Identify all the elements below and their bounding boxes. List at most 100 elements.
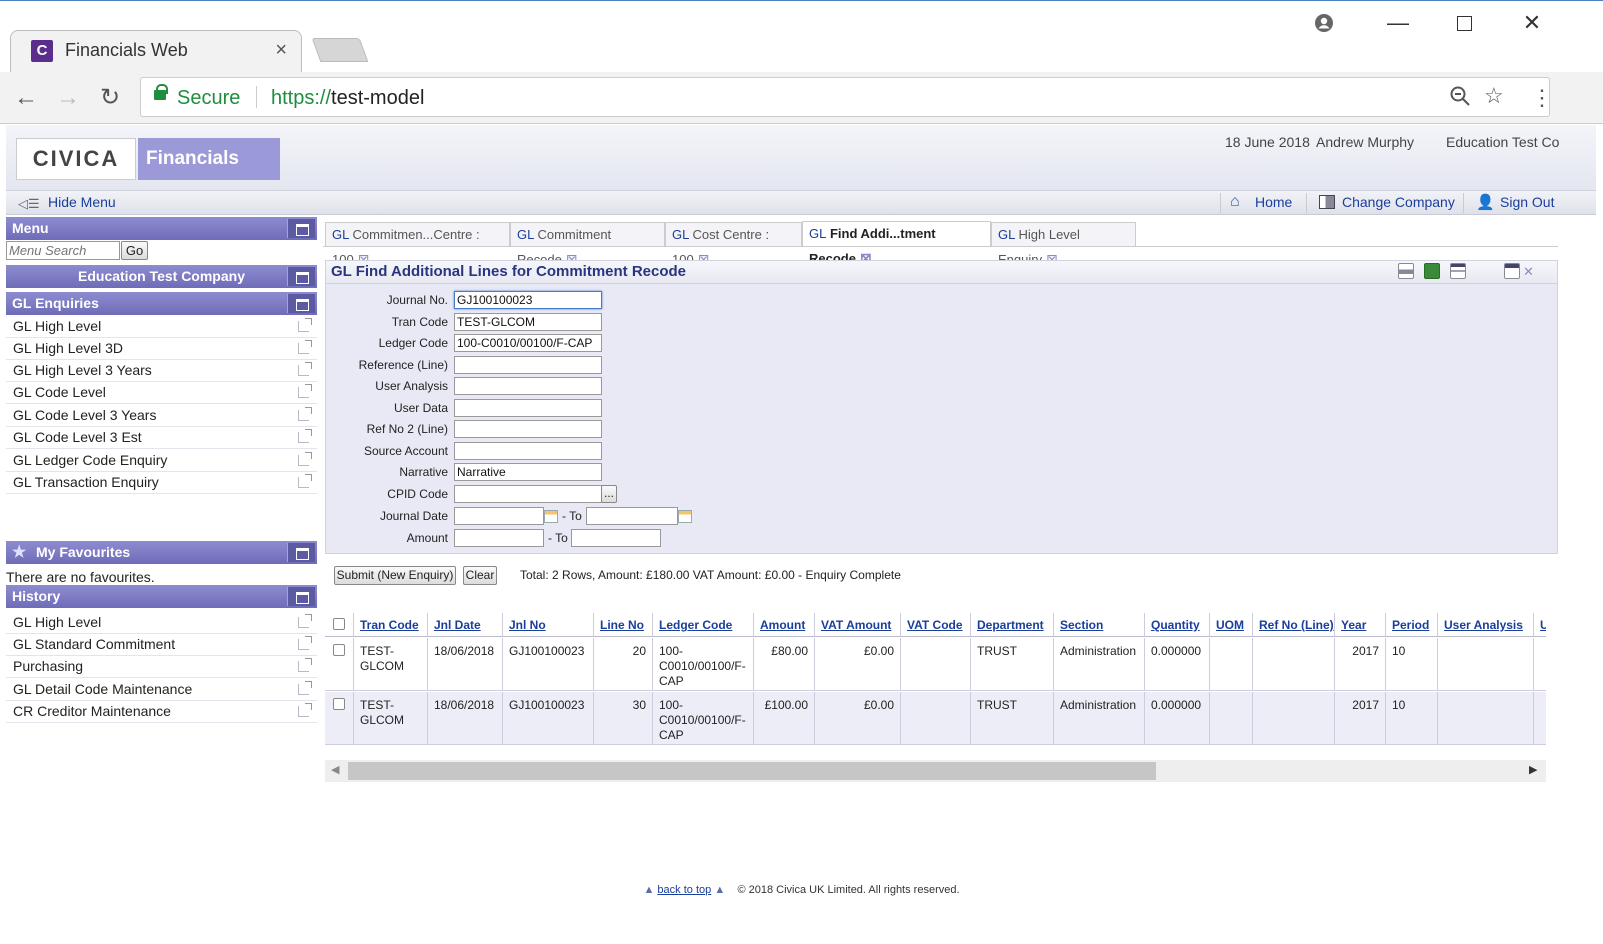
amount-from-input[interactable] — [454, 529, 544, 547]
sidebar-item-gl-high-level[interactable]: GL High Level — [6, 316, 317, 338]
maximize-icon[interactable] — [1444, 8, 1484, 38]
col-uom[interactable]: UOM — [1210, 613, 1253, 637]
hide-menu-icon[interactable]: ◁☰ — [18, 196, 40, 212]
col-user-analysis[interactable]: User Analysis — [1438, 613, 1534, 637]
sidebar-item-gl-ledger-code-enquiry[interactable]: GL Ledger Code Enquiry — [6, 450, 317, 472]
sidebar-item-gl-high-level-3-years[interactable]: GL High Level 3 Years — [6, 360, 317, 382]
open-external-icon[interactable] — [298, 452, 312, 466]
scroll-right-icon[interactable]: ▶ — [1529, 763, 1537, 776]
calendar-icon[interactable] — [678, 510, 692, 523]
excel-icon[interactable] — [1424, 263, 1440, 279]
tab-high-level-enquiry[interactable]: GL High Level Enquiry⊠ — [991, 222, 1136, 267]
browser-tab[interactable]: C Financials Web × — [10, 30, 302, 72]
journal-no-input[interactable]: GJ100100023 — [454, 291, 602, 309]
open-external-icon[interactable] — [298, 474, 312, 488]
tab-commitment-recode[interactable]: GL Commitment Recode⊠ — [510, 222, 665, 267]
panel-toggle-icon[interactable] — [287, 294, 315, 313]
history-item-cr-creditor-maintenance[interactable]: CR Creditor Maintenance — [6, 701, 317, 723]
minimize-icon[interactable]: — — [1378, 8, 1418, 38]
sidebar-item-gl-code-level-3-years[interactable]: GL Code Level 3 Years — [6, 405, 317, 427]
col-ledger-code[interactable]: Ledger Code — [653, 613, 754, 637]
close-window-icon[interactable]: ✕ — [1512, 8, 1552, 38]
scrollbar-thumb[interactable] — [348, 762, 1156, 780]
col-quantity[interactable]: Quantity — [1145, 613, 1210, 637]
journal-date-to-input[interactable] — [586, 507, 678, 525]
col-jnl-date[interactable]: Jnl Date — [428, 613, 503, 637]
journal-date-from-input[interactable] — [454, 507, 544, 525]
user-data-input[interactable] — [454, 399, 602, 417]
col-vat-amount[interactable]: VAT Amount — [815, 613, 901, 637]
open-external-icon[interactable] — [298, 384, 312, 398]
sign-out-link[interactable]: Sign Out — [1500, 194, 1554, 210]
forward-icon[interactable]: → — [52, 82, 84, 114]
close-icon[interactable]: ✕ — [1523, 264, 1534, 280]
col-jnl-no[interactable]: Jnl No — [503, 613, 594, 637]
open-external-icon[interactable] — [298, 658, 312, 672]
col-u[interactable]: U — [1534, 613, 1546, 637]
tran-code-input[interactable]: TEST-GLCOM — [454, 313, 602, 331]
new-tab-button[interactable] — [311, 38, 369, 62]
open-external-icon[interactable] — [298, 340, 312, 354]
ref-no2-input[interactable] — [454, 420, 602, 438]
sidebar-item-gl-code-level[interactable]: GL Code Level — [6, 382, 317, 404]
hide-menu-link[interactable]: Hide Menu — [48, 194, 116, 210]
col-ref-no-line-visible[interactable]: Ref No (Line) — [1253, 613, 1335, 637]
col-line-no[interactable]: Line No — [594, 613, 653, 637]
zoom-icon[interactable] — [1449, 83, 1471, 113]
cpid-lookup-button[interactable]: ... — [601, 485, 617, 503]
col-year[interactable]: Year — [1335, 613, 1386, 637]
home-icon[interactable]: ⌂ — [1230, 193, 1240, 211]
row-checkbox[interactable] — [333, 698, 345, 710]
sidebar-item-gl-high-level-3d[interactable]: GL High Level 3D — [6, 338, 317, 360]
narrative-input[interactable]: Narrative — [454, 463, 602, 481]
panel-toggle-icon[interactable] — [287, 219, 315, 238]
open-external-icon[interactable] — [298, 429, 312, 443]
col-department[interactable]: Department — [971, 613, 1054, 637]
sign-out-icon[interactable]: 👤 — [1476, 193, 1495, 211]
open-external-icon[interactable] — [298, 614, 312, 628]
reference-line-input[interactable] — [454, 356, 602, 374]
menu-search-input[interactable] — [6, 241, 120, 260]
back-icon[interactable]: ← — [10, 82, 42, 114]
account-icon[interactable] — [1304, 8, 1344, 38]
open-external-icon[interactable] — [298, 318, 312, 332]
tab-find-additional-lines[interactable]: GL Find Addi...tment Recode ⊠ — [802, 221, 991, 266]
star-icon[interactable]: ☆ — [1484, 83, 1504, 109]
tab-cost-centre[interactable]: GL Cost Centre : 100⊠ — [665, 222, 802, 267]
panel-toggle-icon[interactable] — [1504, 263, 1520, 279]
kebab-menu-icon[interactable]: ⋮ — [1526, 82, 1558, 114]
back-to-top-link[interactable]: back to top — [657, 884, 711, 896]
sidebar-item-gl-transaction-enquiry[interactable]: GL Transaction Enquiry — [6, 472, 317, 494]
open-external-icon[interactable] — [298, 636, 312, 650]
menu-search-go-button[interactable]: Go — [121, 241, 148, 260]
panel-toggle-icon[interactable] — [287, 587, 315, 606]
ledger-code-input[interactable]: 100-C0010/00100/F-CAP — [454, 334, 602, 352]
panel-toggle-icon[interactable] — [287, 543, 315, 562]
history-item-purchasing[interactable]: Purchasing — [6, 656, 317, 678]
amount-to-input[interactable] — [571, 529, 661, 547]
reload-icon[interactable]: ↻ — [94, 82, 126, 114]
change-company-link[interactable]: Change Company — [1342, 194, 1455, 210]
close-tab-icon[interactable]: × — [275, 39, 287, 62]
home-link[interactable]: Home — [1255, 194, 1292, 210]
submit-button[interactable]: Submit (New Enquiry) — [334, 566, 456, 585]
history-item-gl-high-level[interactable]: GL High Level — [6, 612, 317, 634]
col-section[interactable]: Section — [1054, 613, 1145, 637]
col-tran-code[interactable]: Tran Code — [354, 613, 428, 637]
open-external-icon[interactable] — [298, 703, 312, 717]
user-analysis-input[interactable] — [454, 377, 602, 395]
open-external-icon[interactable] — [298, 362, 312, 376]
clear-button[interactable]: Clear — [463, 566, 497, 585]
open-external-icon[interactable] — [298, 681, 312, 695]
select-all-checkbox[interactable] — [333, 618, 345, 630]
col-period[interactable]: Period — [1386, 613, 1438, 637]
scroll-left-icon[interactable]: ◀ — [331, 763, 339, 776]
col-vat-code[interactable]: VAT Code — [901, 613, 971, 637]
tab-commitment-centre[interactable]: GL Commitmen...Centre : 100⊠ — [325, 222, 510, 267]
col-amount[interactable]: Amount — [754, 613, 815, 637]
company-icon[interactable] — [1319, 195, 1335, 209]
sidebar-item-gl-code-level-3-est[interactable]: GL Code Level 3 Est — [6, 427, 317, 449]
history-item-gl-standard-commitment[interactable]: GL Standard Commitment — [6, 634, 317, 656]
filter-icon[interactable] — [1450, 263, 1466, 279]
cpid-code-input[interactable] — [454, 485, 602, 503]
